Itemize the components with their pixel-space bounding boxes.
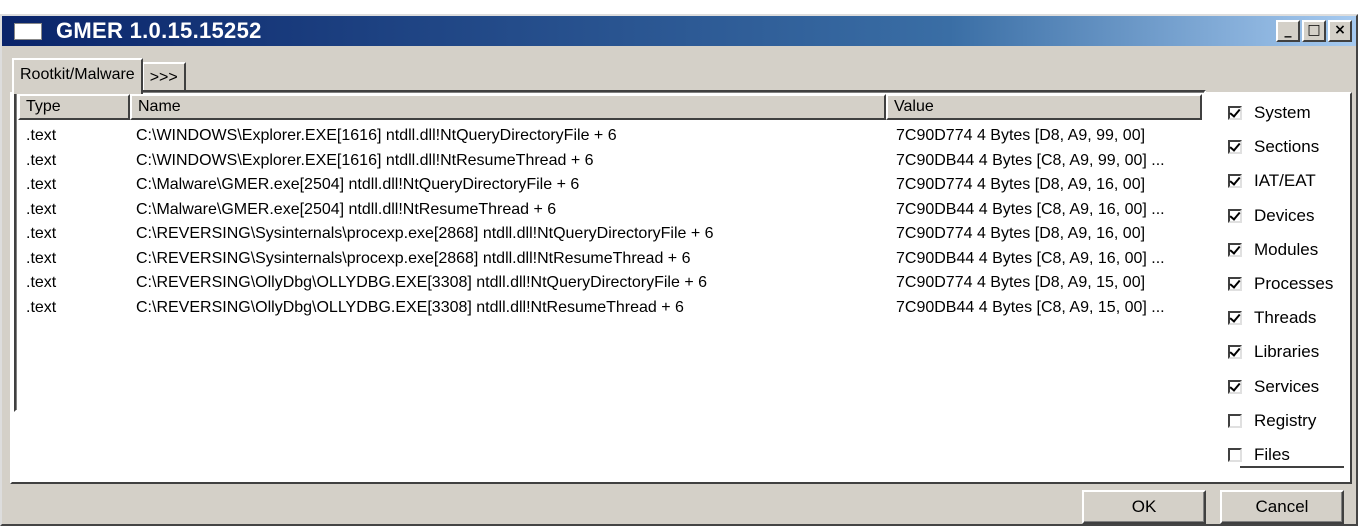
- checkbox[interactable]: [1228, 208, 1242, 223]
- checkbox[interactable]: [1228, 106, 1242, 121]
- checkbox[interactable]: [1228, 413, 1242, 428]
- option-modules[interactable]: Modules: [1228, 233, 1348, 267]
- column-header-name[interactable]: Name: [130, 94, 886, 120]
- option-label: Devices: [1254, 205, 1315, 225]
- table-row[interactable]: .text C:\REVERSING\OllyDbg\OLLYDBG.EXE[33…: [18, 271, 1204, 296]
- close-button[interactable]: ×: [1328, 20, 1352, 42]
- option-label: IAT/EAT: [1254, 171, 1316, 191]
- option-label: Sections: [1254, 137, 1320, 157]
- cell-name: C:\WINDOWS\Explorer.EXE[1616] ntdll.dll!…: [136, 151, 594, 169]
- checkbox[interactable]: [1228, 140, 1242, 155]
- cell-value: 7C90DB44 4 Bytes [C8, A9, 15, 00] ...: [896, 298, 1165, 316]
- cell-name: C:\WINDOWS\Explorer.EXE[1616] ntdll.dll!…: [136, 127, 617, 144]
- results-list[interactable]: Type Name Value .text C:\WINDOWS\Explorer…: [14, 90, 1206, 412]
- table-row[interactable]: .text C:\WINDOWS\Explorer.EXE[1616] ntdll…: [18, 124, 1204, 149]
- checkbox[interactable]: [1228, 277, 1242, 292]
- option-label: Services: [1254, 376, 1320, 396]
- cell-type: .text: [26, 151, 57, 169]
- checkbox[interactable]: [1228, 345, 1242, 360]
- cell-value: 7C90D774 4 Bytes [D8, A9, 16, 00]: [896, 176, 1146, 193]
- minimize-button[interactable]: _: [1276, 20, 1300, 42]
- option-label: Files: [1254, 444, 1290, 464]
- option-services[interactable]: Services: [1228, 370, 1348, 404]
- cell-name: C:\REVERSING\OllyDbg\OLLYDBG.EXE[3308] n…: [136, 298, 684, 316]
- option-libraries[interactable]: Libraries: [1228, 335, 1348, 369]
- option-label: Threads: [1254, 308, 1317, 328]
- cell-value: 7C90D774 4 Bytes [D8, A9, 15, 00]: [896, 274, 1146, 291]
- checkbox[interactable]: [1228, 174, 1242, 189]
- cell-type: .text: [26, 225, 57, 242]
- option-registry[interactable]: Registry: [1228, 404, 1348, 438]
- cell-type: .text: [26, 249, 57, 267]
- table-row[interactable]: .text C:\REVERSING\OllyDbg\OLLYDBG.EXE[33…: [18, 296, 1204, 321]
- cell-type: .text: [26, 127, 57, 144]
- option-label: Libraries: [1254, 342, 1320, 362]
- cell-value: 7C90D774 4 Bytes [D8, A9, 99, 00]: [896, 127, 1146, 144]
- list-rows: .text C:\WINDOWS\Explorer.EXE[1616] ntdll…: [18, 124, 1204, 320]
- window-controls: _ □ ×: [1276, 20, 1352, 42]
- option-sections[interactable]: Sections: [1228, 130, 1348, 164]
- cell-name: C:\Malware\GMER.exe[2504] ntdll.dll!NtRe…: [136, 200, 557, 218]
- option-label: System: [1254, 103, 1311, 123]
- maximize-button[interactable]: □: [1302, 20, 1326, 42]
- option-label: Modules: [1254, 239, 1319, 259]
- cell-name: C:\REVERSING\Sysinternals\procexp.exe[28…: [136, 249, 691, 267]
- cell-type: .text: [26, 200, 57, 218]
- checkbox[interactable]: [1228, 242, 1242, 257]
- cancel-button[interactable]: Cancel: [1220, 490, 1344, 524]
- table-row[interactable]: .text C:\Malware\GMER.exe[2504] ntdll.dll…: [18, 198, 1204, 223]
- tab-strip: Rootkit/Malware >>>: [12, 54, 186, 94]
- title-bar[interactable]: GMER 1.0.15.15252 _ □ ×: [2, 16, 1356, 46]
- cell-value: 7C90DB44 4 Bytes [C8, A9, 16, 00] ...: [896, 200, 1165, 218]
- list-header: Type Name Value: [18, 94, 1204, 120]
- option-threads[interactable]: Threads: [1228, 301, 1348, 335]
- table-row[interactable]: .text C:\WINDOWS\Explorer.EXE[1616] ntdll…: [18, 149, 1204, 174]
- column-header-value[interactable]: Value: [886, 94, 1202, 120]
- cell-name: C:\REVERSING\Sysinternals\procexp.exe[28…: [136, 225, 714, 242]
- checkbox[interactable]: [1228, 311, 1242, 326]
- cell-type: .text: [26, 298, 57, 316]
- option-iat-eat[interactable]: IAT/EAT: [1228, 164, 1348, 198]
- cell-value: 7C90DB44 4 Bytes [C8, A9, 99, 00] ...: [896, 151, 1165, 169]
- option-label: Registry: [1254, 410, 1317, 430]
- cell-type: .text: [26, 176, 57, 193]
- table-row[interactable]: .text C:\REVERSING\Sysinternals\procexp.e…: [18, 222, 1204, 247]
- scan-options: System Sections IAT/EAT Devices Modules …: [1228, 96, 1348, 472]
- option-system[interactable]: System: [1228, 96, 1348, 130]
- cell-value: 7C90DB44 4 Bytes [C8, A9, 16, 00] ...: [896, 249, 1165, 267]
- options-divider: [1240, 466, 1344, 468]
- tab-more[interactable]: >>>: [141, 62, 186, 92]
- table-row[interactable]: .text C:\REVERSING\Sysinternals\procexp.e…: [18, 247, 1204, 272]
- app-icon: [14, 22, 42, 40]
- ok-button[interactable]: OK: [1082, 490, 1206, 524]
- tab-rootkit-malware[interactable]: Rootkit/Malware: [12, 58, 143, 94]
- cell-name: C:\Malware\GMER.exe[2504] ntdll.dll!NtQu…: [136, 176, 580, 193]
- cell-type: .text: [26, 274, 57, 291]
- option-devices[interactable]: Devices: [1228, 199, 1348, 233]
- cell-name: C:\REVERSING\OllyDbg\OLLYDBG.EXE[3308] n…: [136, 274, 708, 291]
- cell-value: 7C90D774 4 Bytes [D8, A9, 16, 00]: [896, 225, 1146, 242]
- option-processes[interactable]: Processes: [1228, 267, 1348, 301]
- window-title: GMER 1.0.15.15252: [56, 18, 262, 43]
- checkbox[interactable]: [1228, 379, 1242, 394]
- gmer-window: GMER 1.0.15.15252 _ □ × Rootkit/Malware …: [0, 14, 1358, 526]
- column-header-type[interactable]: Type: [18, 94, 130, 120]
- checkbox[interactable]: [1228, 447, 1242, 462]
- option-label: Processes: [1254, 274, 1334, 294]
- table-row[interactable]: .text C:\Malware\GMER.exe[2504] ntdll.dll…: [18, 173, 1204, 198]
